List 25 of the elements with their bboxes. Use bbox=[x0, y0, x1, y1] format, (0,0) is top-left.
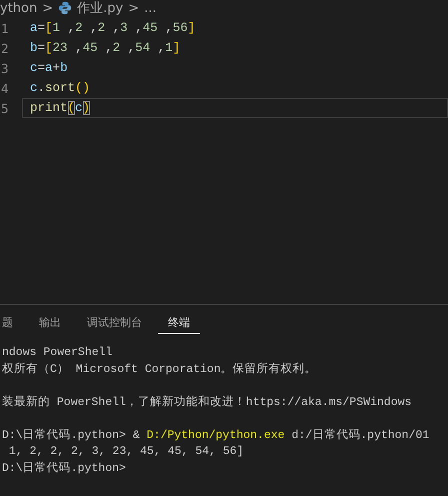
terminal-line: 装最新的 PowerShell，了解新功能和改进！https://aka.ms/PSWindows bbox=[2, 396, 412, 408]
code-line: c.sort() bbox=[29, 80, 92, 97]
line-number: 2 bbox=[0, 40, 10, 56]
breadcrumb-separator: > bbox=[128, 0, 140, 16]
breadcrumb-more[interactable]: ... bbox=[144, 0, 157, 16]
terminal-line: D:\日常代码.python> bbox=[2, 462, 126, 474]
line-number: 5 bbox=[0, 100, 10, 116]
terminal-line: ndows PowerShell bbox=[2, 346, 112, 359]
breadcrumb-separator: > bbox=[42, 0, 54, 16]
line-number: 1 bbox=[0, 20, 10, 36]
code-line: c=a+b bbox=[29, 60, 69, 77]
line-number: 3 bbox=[0, 60, 10, 76]
code-line: a=[1 ,2 ,2 ,3 ,45 ,56] bbox=[29, 20, 196, 37]
panel-tab[interactable]: 题 bbox=[0, 311, 23, 334]
breadcrumb-file[interactable]: 作业.py bbox=[77, 0, 124, 17]
terminal-line: 权所有（C） Microsoft Corporation。保留所有权利。 bbox=[2, 362, 317, 376]
panel-tab[interactable]: 调试控制台 bbox=[77, 311, 152, 334]
panel-tab[interactable]: 输出 bbox=[29, 311, 71, 334]
terminal-line: D:\日常代码.python> & D:/Python/python.exe d:/日常代码.python/01 bbox=[2, 428, 430, 442]
line-number: 4 bbox=[0, 80, 10, 96]
code-line: b=[23 ,45 ,2 ,54 ,1] bbox=[29, 40, 182, 57]
breadcrumb-folder[interactable]: ython bbox=[0, 0, 38, 16]
terminal-line: 1, 2, 2, 2, 3, 23, 45, 45, 54, 56] bbox=[8, 445, 244, 458]
python-file-icon bbox=[58, 1, 72, 15]
panel-tab[interactable]: 终端 bbox=[158, 311, 200, 334]
